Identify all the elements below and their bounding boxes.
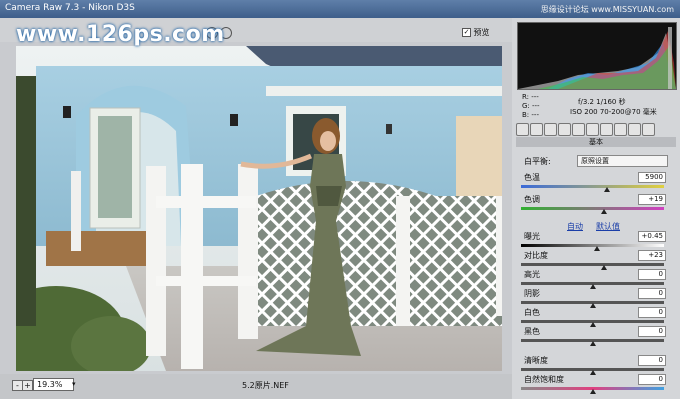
effects-tab-icon[interactable] — [600, 123, 613, 136]
temperature-thumb[interactable] — [603, 187, 610, 192]
title-bar: Camera Raw 7.3 - Nikon D3S 思缘设计论坛 www.MI… — [0, 0, 680, 18]
tint-thumb[interactable] — [600, 209, 607, 214]
slider-value[interactable]: +19 — [638, 194, 666, 205]
exposure-thumb[interactable] — [593, 246, 600, 251]
tint-track[interactable] — [521, 207, 664, 210]
white-balance-select[interactable]: 原照设置 — [577, 155, 668, 167]
zoom-dropdown-icon[interactable]: ▾ — [72, 380, 76, 388]
temperature-track[interactable] — [521, 185, 664, 188]
rgb-readout-r: R: --- — [522, 93, 539, 101]
corner-watermark: 思缘设计论坛 www.MISSYUAN.com — [540, 5, 674, 14]
camera-calibration-tab-icon[interactable] — [614, 123, 627, 136]
slider-label: 清晰度 — [524, 356, 548, 365]
highlights-thumb[interactable] — [589, 284, 596, 289]
slider-value[interactable]: 0 — [638, 326, 666, 337]
slider-value[interactable]: 0 — [638, 269, 666, 280]
histogram — [517, 22, 677, 90]
zoom-in-button[interactable]: + — [22, 380, 33, 391]
slider-label: 色调 — [524, 195, 540, 204]
slider-value[interactable]: 0 — [638, 374, 666, 385]
panel-tabs — [516, 123, 676, 136]
slider-value[interactable]: 5900 — [638, 172, 666, 183]
preview-toggle[interactable]: ✓ 预览 — [462, 27, 490, 38]
split-toning-tab-icon[interactable] — [572, 123, 585, 136]
slider-label: 自然饱和度 — [524, 375, 564, 384]
rgb-readout-b: B: --- — [522, 111, 539, 119]
auto-link[interactable]: 自动 — [567, 221, 583, 232]
slider-value[interactable]: 0 — [638, 355, 666, 366]
whites-thumb[interactable] — [589, 322, 596, 327]
tone-curve-tab-icon[interactable] — [530, 123, 543, 136]
contrast-track[interactable] — [521, 263, 664, 266]
default-link[interactable]: 默认值 — [596, 221, 620, 232]
slider-label: 高光 — [524, 270, 540, 279]
file-name: 5.2原片.NEF — [242, 381, 289, 390]
slider-value[interactable]: +23 — [638, 250, 666, 261]
section-title: 基本 — [516, 137, 676, 147]
slider-label: 黑色 — [524, 327, 540, 336]
hsl-tab-icon[interactable] — [558, 123, 571, 136]
slider-label: 阴影 — [524, 289, 540, 298]
white-balance-label: 白平衡: — [524, 157, 551, 166]
slider-value[interactable]: 0 — [638, 307, 666, 318]
clarity-thumb[interactable] — [589, 370, 596, 375]
exposure-track[interactable] — [521, 244, 664, 247]
detail-tab-icon[interactable] — [544, 123, 557, 136]
lens-tab-icon[interactable] — [586, 123, 599, 136]
vibrance-thumb[interactable] — [589, 389, 596, 394]
slider-label: 曝光 — [524, 232, 540, 241]
contrast-thumb[interactable] — [600, 265, 607, 270]
window-title: Camera Raw 7.3 - Nikon D3S — [5, 3, 135, 13]
snapshots-tab-icon[interactable] — [642, 123, 655, 136]
presets-tab-icon[interactable] — [628, 123, 641, 136]
preview-checkbox[interactable]: ✓ — [462, 28, 471, 37]
slider-value[interactable]: 0 — [638, 288, 666, 299]
preview-label: 预览 — [473, 28, 490, 37]
shadows-thumb[interactable] — [589, 303, 596, 308]
rgb-readout-g: G: --- — [522, 102, 540, 110]
exposure-info: f/3.2 1/160 秒 — [578, 98, 626, 106]
slider-label: 色温 — [524, 173, 540, 182]
photo-preview — [16, 46, 502, 371]
camera-info: ISO 200 70-200@70 毫米 — [570, 108, 657, 116]
basic-tab-icon[interactable] — [516, 123, 529, 136]
slider-value[interactable]: +0.45 — [638, 231, 666, 242]
zoom-field[interactable]: 19.3% — [33, 378, 74, 391]
site-watermark: www.126ps.com — [16, 22, 225, 47]
blacks-thumb[interactable] — [589, 341, 596, 346]
image-canvas[interactable] — [16, 46, 502, 371]
slider-label: 白色 — [524, 308, 540, 317]
slider-label: 对比度 — [524, 251, 548, 260]
histogram-graph — [518, 27, 676, 89]
